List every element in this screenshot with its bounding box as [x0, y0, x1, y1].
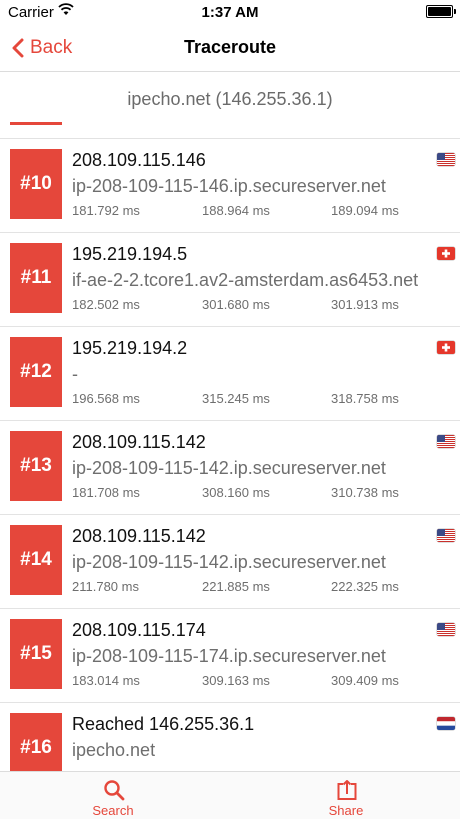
hop-number-badge: #16: [10, 713, 62, 771]
back-label: Back: [30, 37, 73, 58]
hop-time: 181.708 ms: [72, 485, 140, 500]
ch-flag-icon: [437, 247, 455, 260]
tab-search[interactable]: Search: [58, 772, 168, 819]
hop-number-badge: #11: [10, 243, 62, 313]
navigation-bar: Back Traceroute: [0, 24, 460, 72]
hop-row[interactable]: #12 195.219.194.2 - 196.568 ms 315.245 ms 318…: [0, 327, 460, 421]
hop-hostname: ip-208-109-115-142.ip.secureserver.net: [72, 552, 386, 572]
ch-flag-icon: [437, 341, 455, 354]
chevron-left-icon: [12, 38, 24, 58]
us-flag-icon: [437, 623, 455, 636]
hop-ip: 195.219.194.5: [72, 244, 188, 264]
hop-time: 211.780 ms: [72, 579, 139, 594]
hop-row[interactable]: #11 195.219.194.5 if-ae-2-2.tcore1.av2-ams…: [0, 233, 460, 327]
hop-hostname: if-ae-2-2.tcore1.av2-amsterdam.as6453.ne…: [72, 270, 419, 290]
hop-time: 188.964 ms: [202, 203, 270, 218]
hop-number-badge: #10: [10, 149, 62, 219]
share-icon: [337, 780, 357, 800]
nl-flag-icon: [437, 717, 455, 730]
hop-hostname: ip-208-109-115-146.ip.secureserver.net: [72, 176, 386, 196]
hop-number-badge: #12: [10, 337, 62, 407]
hop-time: 310.738 ms: [331, 485, 399, 500]
hop-time: 301.913 ms: [331, 297, 399, 312]
us-flag-icon: [437, 153, 455, 166]
hop-time: 309.163 ms: [202, 673, 270, 688]
search-icon: [104, 780, 125, 801]
hop-ip: 208.109.115.146: [72, 150, 206, 170]
hop-hostname: ip-208-109-115-174.ip.secureserver.net: [72, 646, 386, 666]
hop-time: 183.014 ms: [72, 673, 140, 688]
hop-list[interactable]: #10 208.109.115.146 ip-208-109-115-146.ip.…: [0, 139, 460, 771]
us-flag-icon: [437, 529, 455, 542]
hop-number-badge: #15: [10, 619, 62, 689]
target-label: ipecho.net (146.255.36.1): [127, 89, 333, 109]
hop-row[interactable]: #14 208.109.115.142 ip-208-109-115-142.ip.…: [0, 515, 460, 609]
back-button[interactable]: Back: [12, 34, 72, 62]
status-bar: Carrier 1:37 AM: [0, 0, 460, 24]
hop-ip: 195.219.194.2: [72, 338, 188, 358]
hop-row[interactable]: #16 Reached 146.255.36.1 ipecho.net: [0, 703, 460, 771]
target-header: ipecho.net (146.255.36.1): [0, 72, 460, 139]
hop-time: 318.758 ms: [331, 391, 399, 406]
hop-number-badge: #13: [10, 431, 62, 501]
hop-time: 221.885 ms: [202, 579, 270, 594]
hop-time: 189.094 ms: [331, 203, 399, 218]
hop-time: 301.680 ms: [202, 297, 270, 312]
tab-share-label: Share: [328, 803, 364, 818]
clock: 1:37 AM: [201, 4, 259, 21]
tab-share[interactable]: Share: [291, 772, 401, 819]
hop-time: 315.245 ms: [202, 391, 270, 406]
hop-hostname: ip-208-109-115-142.ip.secureserver.net: [72, 458, 386, 478]
target-underline: [10, 122, 62, 125]
hop-ip: 208.109.115.174: [72, 620, 206, 640]
tab-search-label: Search: [92, 803, 134, 818]
hop-row[interactable]: #15 208.109.115.174 ip-208-109-115-174.ip.…: [0, 609, 460, 703]
hop-time: 181.792 ms: [72, 203, 140, 218]
hop-row[interactable]: #10 208.109.115.146 ip-208-109-115-146.ip.…: [0, 139, 460, 233]
hop-row[interactable]: #13 208.109.115.142 ip-208-109-115-142.ip.…: [0, 421, 460, 515]
hop-ip: Reached 146.255.36.1: [72, 714, 255, 734]
hop-time: 308.160 ms: [202, 485, 270, 500]
hop-ip: 208.109.115.142: [72, 526, 206, 546]
tab-bar: Search Share: [0, 771, 460, 819]
us-flag-icon: [437, 435, 455, 448]
hop-time: 309.409 ms: [331, 673, 399, 688]
hop-time: 196.568 ms: [72, 391, 140, 406]
hop-hostname: -: [72, 364, 78, 384]
hop-ip: 208.109.115.142: [72, 432, 206, 452]
hop-time: 182.502 ms: [72, 297, 140, 312]
hop-time: 222.325 ms: [331, 579, 399, 594]
hop-number-badge: #14: [10, 525, 62, 595]
battery-icon: [426, 5, 456, 18]
hop-hostname: ipecho.net: [72, 740, 156, 760]
